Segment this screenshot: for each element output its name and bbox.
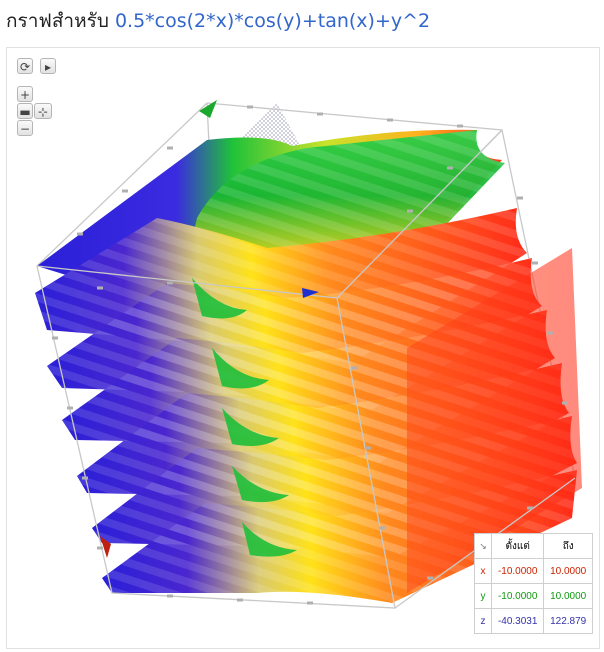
play-icon: ▸ [44, 60, 52, 74]
range-var-label: x [474, 558, 492, 584]
range-header-row: ↘ ตั้งแต่ ถึง [474, 533, 593, 559]
z-max-input[interactable]: 122.879 [543, 608, 593, 634]
title-label: กราฟสำหรับ [6, 10, 109, 32]
page-title: กราฟสำหรับ 0.5*cos(2*x)*cos(y)+tan(x)+y^… [6, 6, 430, 36]
range-col-from: ตั้งแต่ [490, 533, 545, 559]
axes-toggle-button[interactable]: ⊹ [34, 103, 52, 119]
function-expression: 0.5*cos(2*x)*cos(y)+tan(x)+y^2 [114, 10, 431, 32]
zoom-in-button[interactable]: + [17, 86, 33, 102]
camera-icon: ▬ [19, 105, 31, 119]
range-row-x: x -10.0000 10.0000 [474, 558, 593, 584]
minus-icon: − [19, 122, 31, 136]
reset-view-button[interactable]: ⟳ [17, 58, 33, 74]
y-min-input[interactable]: -10.0000 [490, 583, 545, 609]
range-var-label: y [474, 583, 492, 609]
range-table: ↘ ตั้งแต่ ถึง x -10.0000 10.0000 y -10.0… [474, 533, 593, 634]
camera-button[interactable]: ▬ [17, 103, 33, 119]
x-max-input[interactable]: 10.0000 [543, 558, 593, 584]
play-button[interactable]: ▸ [40, 58, 56, 74]
axes-icon: ⊹ [37, 105, 49, 119]
resize-corner-icon[interactable]: ↘ [474, 533, 492, 559]
range-var-label: z [474, 608, 492, 634]
plus-icon: + [19, 88, 31, 102]
range-row-y: y -10.0000 10.0000 [474, 583, 593, 609]
range-row-z: z -40.3031 122.879 [474, 608, 593, 634]
x-min-input[interactable]: -10.0000 [490, 558, 545, 584]
zoom-out-button[interactable]: − [17, 120, 33, 136]
z-min-input[interactable]: -40.3031 [490, 608, 545, 634]
range-col-to: ถึง [543, 533, 593, 559]
refresh-icon: ⟳ [19, 60, 31, 74]
y-max-input[interactable]: 10.0000 [543, 583, 593, 609]
